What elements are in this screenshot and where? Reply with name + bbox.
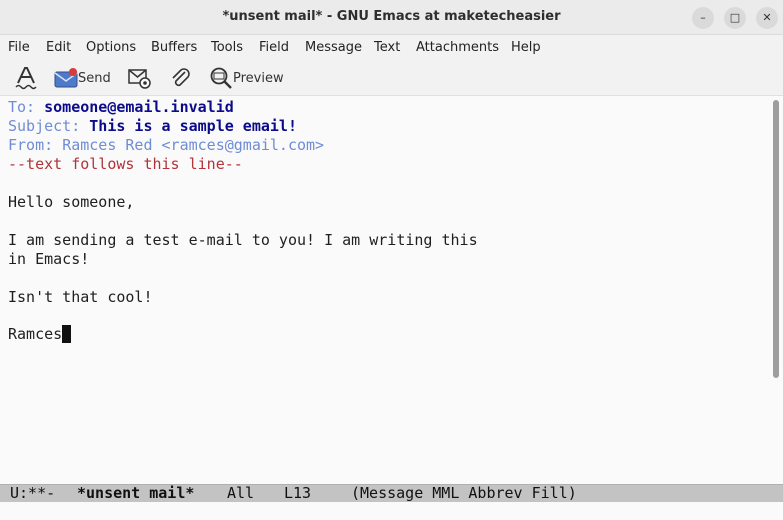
signature-text: Ramces [8,325,63,343]
to-label: To: [8,98,36,116]
spellcheck-icon [15,67,37,90]
body-line[interactable]: Hello someone, [8,193,134,212]
mail-gear-icon [128,69,151,89]
to-value[interactable]: someone@email.invalid [44,98,234,116]
menu-tools[interactable]: Tools [211,40,243,55]
text-cursor [62,325,72,343]
modeline-line-number: L13 [284,484,312,502]
menu-file[interactable]: File [8,40,30,55]
attach-button[interactable] [169,66,193,90]
paperclip-icon [172,68,190,87]
mail-settings-button[interactable] [128,66,152,90]
modeline-modes[interactable]: (Message MML Abbrev Fill) [351,484,577,502]
preview-button[interactable]: Preview [209,66,284,90]
subject-header-line: Subject: This is a sample email! [8,117,297,136]
modeline-buffer-name[interactable]: *unsent mail* [77,484,194,502]
envelope-send-icon [54,68,78,88]
window-title: *unsent mail* - GNU Emacs at maketecheas… [222,9,561,24]
menu-help[interactable]: Help [511,40,541,55]
subject-label: Subject: [8,117,81,135]
from-value[interactable]: Ramces Red <ramces@gmail.com> [62,136,324,154]
to-header-line: To: someone@email.invalid [8,98,234,117]
signature-line[interactable]: Ramces [8,325,72,344]
vertical-scrollbar[interactable] [773,100,779,378]
menu-options[interactable]: Options [86,40,136,55]
body-line[interactable]: I am sending a test e-mail to you! I am … [8,231,478,250]
menu-bar: File Edit Options Buffers Tools Field Me… [0,35,783,60]
menu-message[interactable]: Message [305,40,362,55]
menu-attachments[interactable]: Attachments [416,40,499,55]
modeline-position: All [227,484,255,502]
send-button[interactable]: Send [54,66,111,90]
spellcheck-button[interactable] [14,66,38,90]
body-line[interactable]: in Emacs! [8,250,89,269]
menu-buffers[interactable]: Buffers [151,40,197,55]
send-label: Send [78,70,111,86]
close-button[interactable]: ✕ [756,7,778,29]
modeline-status[interactable]: U:**- [10,484,55,502]
minibuffer[interactable] [0,502,783,520]
mode-line: U:**- *unsent mail* All L13 (Message MML… [0,484,783,502]
menu-field[interactable]: Field [259,40,289,55]
message-buffer[interactable]: To: someone@email.invalid Subject: This … [0,96,770,484]
subject-value[interactable]: This is a sample email! [89,117,297,135]
from-label: From: [8,136,54,154]
text-separator: --text follows this line-- [8,155,243,173]
maximize-button[interactable]: □ [724,7,746,29]
tool-bar: Send Preview [0,60,783,96]
preview-label: Preview [233,70,284,86]
magnifier-preview-icon [210,67,232,89]
minimize-button[interactable]: – [692,7,714,29]
title-bar: *unsent mail* - GNU Emacs at maketecheas… [0,0,783,35]
menu-edit[interactable]: Edit [46,40,71,55]
menu-text[interactable]: Text [374,40,400,55]
body-line[interactable]: Isn't that cool! [8,288,153,307]
from-header-line: From: Ramces Red <ramces@gmail.com> [8,136,324,155]
